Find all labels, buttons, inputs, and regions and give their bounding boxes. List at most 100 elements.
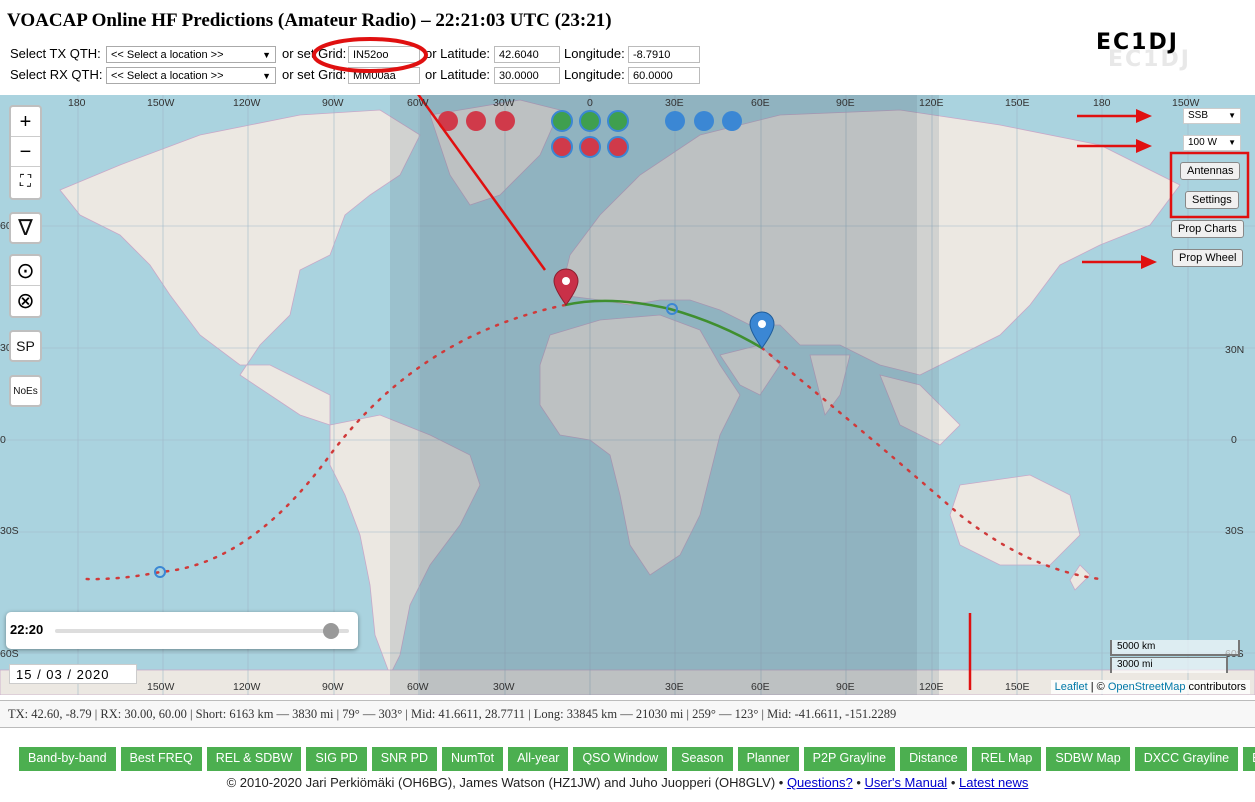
path-toggle-button[interactable]: ∇ xyxy=(9,212,42,244)
band-dot[interactable] xyxy=(579,110,601,132)
antennas-button[interactable]: Antennas xyxy=(1180,162,1241,180)
lon-label: 0 xyxy=(587,97,593,109)
band-dot[interactable] xyxy=(694,111,714,131)
leaflet-link[interactable]: Leaflet xyxy=(1055,681,1088,693)
latest-news-link[interactable]: Latest news xyxy=(959,775,1028,790)
lon-label: 180 xyxy=(68,97,86,109)
tab-rel-map[interactable]: REL Map xyxy=(971,747,1042,771)
tab-p2p-grayline[interactable]: P2P Grayline xyxy=(803,747,896,771)
copyright-text: © 2010-2020 Jari Perkiömäki (OH6BG), Jam… xyxy=(226,775,784,790)
lon-label: 120E xyxy=(919,681,944,693)
map-attribution: Leaflet | © OpenStreetMap contributors xyxy=(1050,680,1250,694)
tab-sdbw-map[interactable]: SDBW Map xyxy=(1046,747,1130,771)
tab-band-by-band[interactable]: Band-by-band xyxy=(19,747,116,771)
tab-dxcc-grayline[interactable]: DXCC Grayline xyxy=(1134,747,1239,771)
tab-numtot[interactable]: NumTot xyxy=(442,747,504,771)
prop-charts-button[interactable]: Prop Charts xyxy=(1171,220,1244,238)
tab-distance[interactable]: Distance xyxy=(900,747,967,771)
target-icon: ⊙ xyxy=(16,258,35,283)
date-input[interactable]: 15 / 03 / 2020 xyxy=(9,664,137,684)
time-label: 22:20 xyxy=(10,622,44,637)
band-dot[interactable] xyxy=(665,111,685,131)
rx-lon-input[interactable]: 60.0000 xyxy=(628,67,700,84)
tab-all-year[interactable]: All-year xyxy=(508,747,569,771)
lon-label: 150E xyxy=(1005,681,1030,693)
fullscreen-icon: ⛶ xyxy=(19,173,32,190)
rx-location-select[interactable]: << Select a location >> ▼ xyxy=(106,67,276,84)
tx-lon-input[interactable]: -8.7910 xyxy=(628,46,700,63)
zoom-in-button[interactable]: + xyxy=(11,107,40,137)
footer-separator: • xyxy=(950,775,956,790)
lon-label: 60E xyxy=(751,97,770,109)
time-slider-panel: 22:20 xyxy=(6,612,358,649)
attribution-separator: | © xyxy=(1087,681,1108,693)
tab-rel-sdbw[interactable]: REL & SDBW xyxy=(206,747,302,771)
arrow-head-icon xyxy=(1136,139,1152,153)
prediction-tabs: Band-by-band Best FREQ REL & SDBW SIG PD… xyxy=(19,747,1255,771)
osm-link[interactable]: OpenStreetMap xyxy=(1108,681,1186,693)
prop-wheel-button[interactable]: Prop Wheel xyxy=(1172,249,1244,267)
band-dot[interactable] xyxy=(495,111,515,131)
target-control: ⊙ ⊗ xyxy=(9,254,42,318)
users-manual-link[interactable]: User's Manual xyxy=(865,775,948,790)
clear-button[interactable]: ⊗ xyxy=(11,286,40,316)
band-dot[interactable] xyxy=(607,110,629,132)
lat-label: 0 xyxy=(0,434,6,446)
lon-label: 60W xyxy=(407,97,429,109)
zoom-out-button[interactable]: − xyxy=(11,137,40,167)
lon-label: 90E xyxy=(836,681,855,693)
lat-label: 30S xyxy=(1225,525,1244,537)
time-slider-track[interactable] xyxy=(55,629,349,633)
noes-button[interactable]: NoEs xyxy=(9,375,42,407)
lon-label: 30W xyxy=(493,681,515,693)
tx-lat-input[interactable]: 42.6040 xyxy=(494,46,560,63)
tx-location-value: << Select a location >> xyxy=(111,49,224,61)
settings-button[interactable]: Settings xyxy=(1185,191,1239,209)
lat-label: 30N xyxy=(1225,344,1245,356)
band-dot[interactable] xyxy=(466,111,486,131)
band-dot[interactable] xyxy=(551,110,573,132)
tx-location-select[interactable]: << Select a location >> ▼ xyxy=(106,46,276,63)
attribution-tail: contributors xyxy=(1185,681,1246,693)
world-map[interactable]: 180 150W 120W 90W 60W 30W 0 30E 60E 90E … xyxy=(0,95,1255,695)
tab-planner[interactable]: Planner xyxy=(737,747,799,771)
cancel-icon: ⊗ xyxy=(16,288,35,313)
map-canvas xyxy=(0,95,1255,695)
lon-label: 30E xyxy=(665,681,684,693)
band-dot[interactable] xyxy=(722,111,742,131)
tab-sig-pd[interactable]: SIG PD xyxy=(306,747,367,771)
mode-value: SSB xyxy=(1188,110,1209,121)
tab-snr-pd[interactable]: SNR PD xyxy=(371,747,437,771)
lon-label: 90E xyxy=(836,97,855,109)
lat-labels-right: 30N 0 30S 60S xyxy=(1225,95,1255,695)
scale-km: 5000 km xyxy=(1110,640,1240,656)
tab-eme[interactable]: EME xyxy=(1243,747,1255,771)
rx-lat-label: or Latitude: xyxy=(425,67,491,82)
twilight-band-east xyxy=(917,95,939,695)
locate-button[interactable]: ⊙ xyxy=(11,256,40,286)
power-select[interactable]: 100 W ▼ xyxy=(1183,135,1241,151)
scale-mi: 3000 mi xyxy=(1110,657,1228,673)
band-dot[interactable] xyxy=(551,136,573,158)
band-dot[interactable] xyxy=(607,136,629,158)
tab-season[interactable]: Season xyxy=(672,747,733,771)
tx-label: Select TX QTH: xyxy=(10,46,101,61)
night-shading xyxy=(420,95,917,695)
fullscreen-button[interactable]: ⛶ xyxy=(11,167,40,197)
lon-label: 90W xyxy=(322,681,344,693)
lon-label: 30E xyxy=(665,97,684,109)
arrow-head-icon xyxy=(1136,109,1152,123)
tab-qso-window[interactable]: QSO Window xyxy=(573,747,668,771)
band-dot[interactable] xyxy=(579,136,601,158)
time-slider-handle[interactable] xyxy=(323,623,340,639)
tab-best-freq[interactable]: Best FREQ xyxy=(120,747,202,771)
rx-lat-input[interactable]: 30.0000 xyxy=(494,67,560,84)
lat-label: 60S xyxy=(0,648,19,660)
zoom-control: + − ⛶ xyxy=(9,105,42,200)
questions-link[interactable]: Questions? xyxy=(787,775,853,790)
mode-select[interactable]: SSB ▼ xyxy=(1183,108,1241,124)
path-status-bar: TX: 42.60, -8.79 | RX: 30.00, 60.00 | Sh… xyxy=(0,700,1255,728)
sp-button[interactable]: SP xyxy=(9,330,42,362)
lon-label: 60W xyxy=(407,681,429,693)
rx-location-value: << Select a location >> xyxy=(111,70,224,82)
